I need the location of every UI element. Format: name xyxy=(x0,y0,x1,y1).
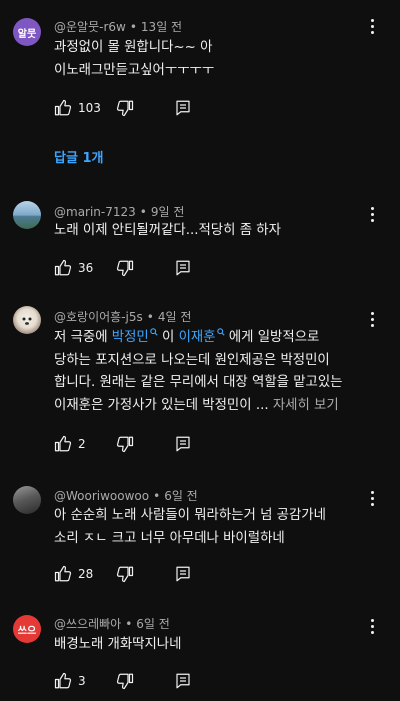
like-count: 3 xyxy=(78,674,86,688)
comment-meta: @marin-7123 • 9일 전 xyxy=(54,205,185,219)
comment-actions: 36 xyxy=(54,257,190,279)
comment-time[interactable]: 13일 전 xyxy=(141,20,182,34)
dislike-button[interactable] xyxy=(116,257,134,279)
thumb-up-icon xyxy=(54,565,72,582)
like-button[interactable]: 3 xyxy=(54,670,116,692)
more-vert-icon[interactable] xyxy=(364,616,380,636)
thumb-up-icon xyxy=(54,435,72,452)
reply-button[interactable] xyxy=(174,97,192,119)
reply-button[interactable] xyxy=(174,670,192,692)
thumb-down-icon xyxy=(116,260,134,277)
comment-actions: 2 xyxy=(54,433,190,455)
comment-author[interactable]: @호랑이어흥-j5s xyxy=(54,310,143,324)
reply-button[interactable] xyxy=(174,433,192,455)
thumb-up-icon xyxy=(54,99,72,116)
thumb-down-icon xyxy=(116,566,134,583)
comment-time[interactable]: 4일 전 xyxy=(158,310,192,324)
reply-icon xyxy=(176,100,190,116)
reply-icon xyxy=(176,566,190,582)
comment-meta: @운알뭇-r6w • 13일 전 xyxy=(54,20,183,34)
thumb-up-icon xyxy=(54,672,72,689)
dislike-button[interactable] xyxy=(116,670,134,692)
comment-time[interactable]: 6일 전 xyxy=(136,617,170,631)
comment-text: 아 순순희 노래 사람들이 뭐라하는거 넘 공감가네 소리 ㅈㄴ 크고 너무 아… xyxy=(54,508,326,546)
thumb-down-icon xyxy=(116,673,134,690)
comment-text: 과정없이 몰 원합니다~~ 아 이노래그만듣고싶어ㅜㅜㅜㅜ xyxy=(54,40,215,78)
avatar[interactable] xyxy=(13,486,41,514)
view-replies-link[interactable]: 답글 1개 xyxy=(54,147,103,166)
like-button[interactable]: 2 xyxy=(54,433,116,455)
more-vert-icon[interactable] xyxy=(364,16,380,36)
comment-meta: @쓰으레빠아 • 6일 전 xyxy=(54,617,170,631)
reply-button[interactable] xyxy=(174,257,192,279)
comment-item: @marin-7123 • 9일 전 노래 이제 안티될꺼같다...적당히 좀 하자… xyxy=(0,195,400,290)
comment-text: 배경노래 개화딱지나네 xyxy=(54,637,182,652)
search-icon xyxy=(216,327,225,336)
like-button[interactable]: 103 xyxy=(54,97,116,119)
more-vert-icon[interactable] xyxy=(364,309,380,329)
comment-author[interactable]: @쓰으레빠아 xyxy=(54,617,121,631)
thumb-down-icon xyxy=(116,436,134,453)
comment-actions: 103 xyxy=(54,97,190,119)
comment-meta: @Wooriwoowoo • 6일 전 xyxy=(54,489,198,503)
comment-item: @Wooriwoowoo • 6일 전 아 순순희 노래 사람들이 뭐라하는거 넘 … xyxy=(0,480,400,590)
like-count: 28 xyxy=(78,567,94,581)
dislike-button[interactable] xyxy=(116,433,134,455)
comment-item: @호랑이어흥-j5s • 4일 전 저 극중에 박정민 이 이재훈 에게 일방적으로… xyxy=(0,300,400,470)
dislike-button[interactable] xyxy=(116,97,134,119)
like-button[interactable]: 36 xyxy=(54,257,116,279)
like-count: 36 xyxy=(78,261,94,275)
comment-meta: @호랑이어흥-j5s • 4일 전 xyxy=(54,310,192,324)
comment-item: 쓰으 @쓰으레빠아 • 6일 전 배경노래 개화딱지나네 3 xyxy=(0,607,400,701)
avatar[interactable]: 알뭇 xyxy=(13,18,41,46)
dislike-button[interactable] xyxy=(116,563,134,585)
comment-item: 알뭇 @운알뭇-r6w • 13일 전 과정없이 몰 원합니다~~ 아 이노래그만듣… xyxy=(0,0,400,180)
comment-text: 노래 이제 안티될꺼같다...적당히 좀 하자 xyxy=(54,223,281,238)
comment-time[interactable]: 9일 전 xyxy=(151,205,185,219)
comment-time[interactable]: 6일 전 xyxy=(164,489,198,503)
reply-button[interactable] xyxy=(174,563,192,585)
like-count: 2 xyxy=(78,437,86,451)
dog-avatar-icon xyxy=(22,317,32,325)
comment-author[interactable]: @운알뭇-r6w xyxy=(54,20,126,34)
search-icon xyxy=(150,327,158,336)
avatar[interactable]: 쓰으 xyxy=(13,615,41,643)
reply-icon xyxy=(176,260,190,276)
comment-actions: 3 xyxy=(54,670,190,692)
avatar[interactable] xyxy=(13,306,41,334)
reply-icon xyxy=(176,673,190,689)
mention-link[interactable]: 이재훈 xyxy=(179,327,225,345)
comment-author[interactable]: @Wooriwoowoo xyxy=(54,489,149,503)
thumb-up-icon xyxy=(54,259,72,276)
comment-actions: 28 xyxy=(54,563,190,585)
read-more-link[interactable]: 자세히 보기 xyxy=(273,398,339,413)
comment-author[interactable]: @marin-7123 xyxy=(54,205,136,219)
like-button[interactable]: 28 xyxy=(54,563,116,585)
avatar[interactable] xyxy=(13,201,41,229)
reply-icon xyxy=(176,436,190,452)
like-count: 103 xyxy=(78,101,101,115)
thumb-down-icon xyxy=(116,100,134,117)
comment-text: 저 극중에 박정민 이 이재훈 에게 일방적으로 당하는 포지션으로 나오는데 … xyxy=(54,327,372,417)
mention-link[interactable]: 박정민 xyxy=(112,327,158,345)
